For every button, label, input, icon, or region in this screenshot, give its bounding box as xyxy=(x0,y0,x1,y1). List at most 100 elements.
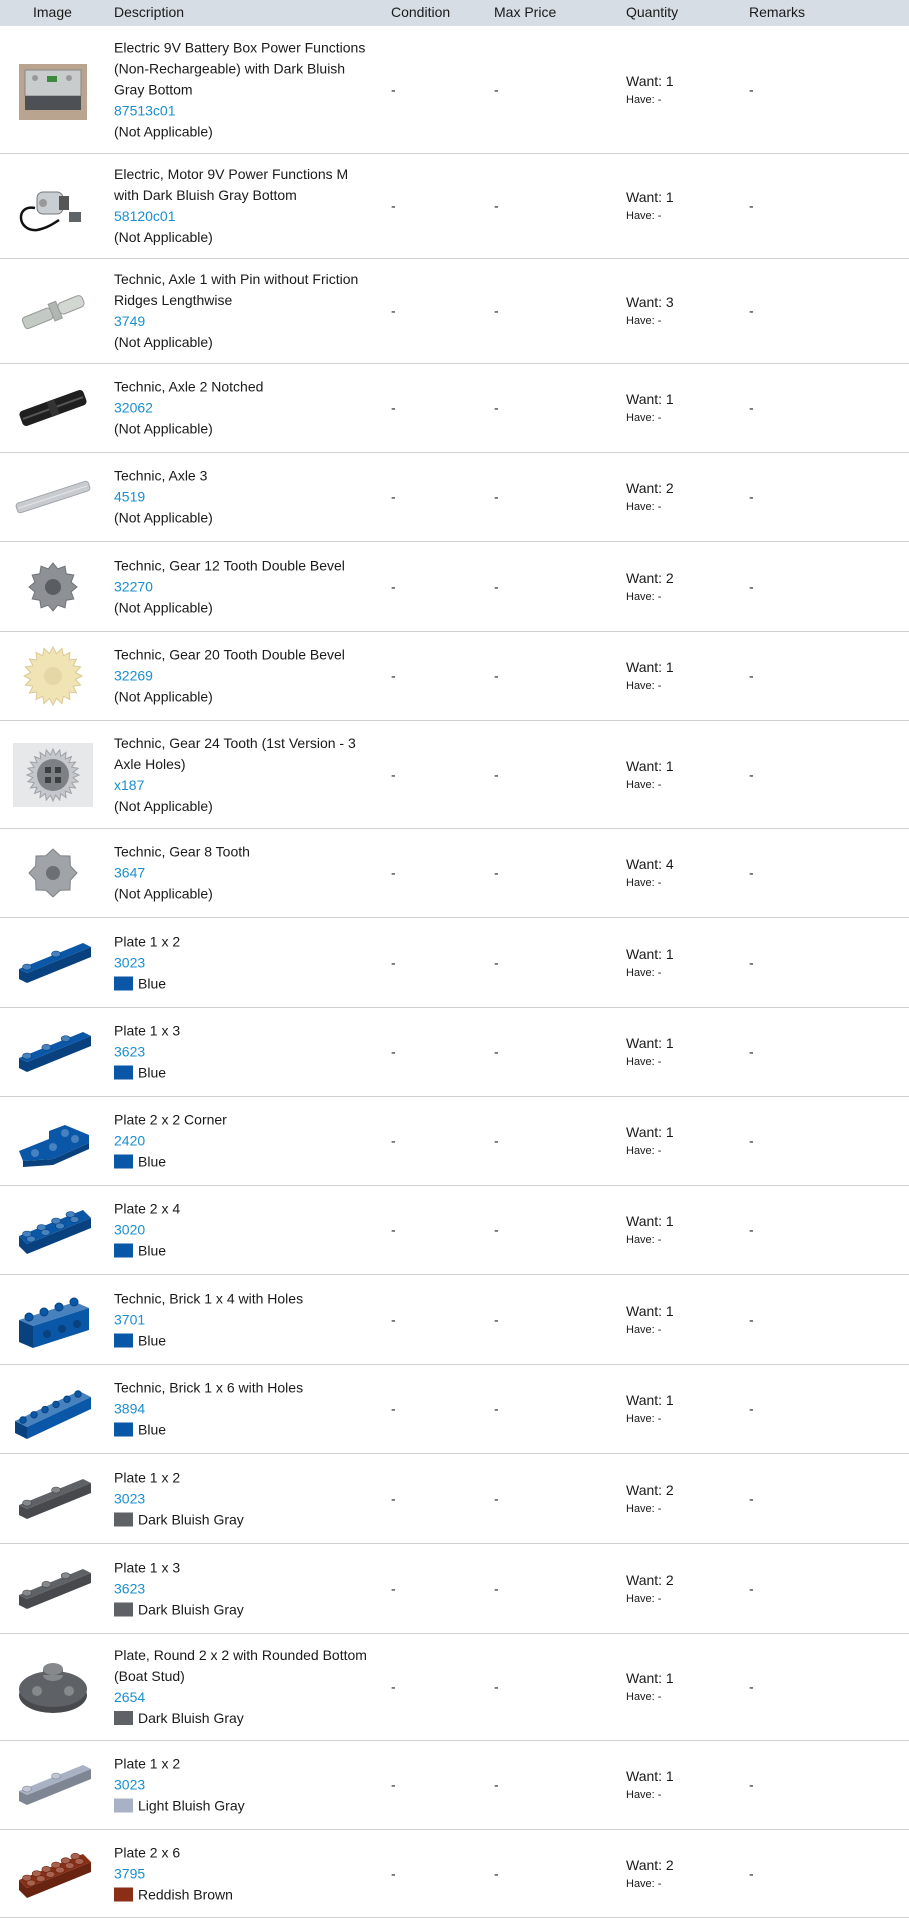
part-color: (Not Applicable) xyxy=(114,687,376,708)
part-image[interactable] xyxy=(8,542,98,631)
part-number-link[interactable]: 3701 xyxy=(114,1309,376,1330)
table-row: Technic, Axle 3 4519 (Not Applicable) - … xyxy=(0,453,909,542)
part-number-link[interactable]: 3647 xyxy=(114,863,376,884)
part-color: Blue xyxy=(114,973,376,994)
part-image[interactable] xyxy=(8,721,98,828)
part-image[interactable] xyxy=(8,1634,98,1740)
part-number-link[interactable]: x187 xyxy=(114,775,376,796)
part-color-label: (Not Applicable) xyxy=(114,688,213,705)
want-quantity: Want: 1 xyxy=(626,1035,674,1051)
quantity-cell: Want: 1 Have: - xyxy=(626,1211,674,1249)
max-price-value: - xyxy=(494,667,499,684)
part-name: Technic, Gear 8 Tooth xyxy=(114,843,250,860)
part-image[interactable] xyxy=(8,1008,98,1096)
color-swatch xyxy=(114,1422,133,1437)
have-quantity: Have: - xyxy=(626,501,662,513)
part-name: Plate 1 x 3 xyxy=(114,1022,181,1039)
part-image[interactable] xyxy=(8,453,98,541)
part-description: Technic, Brick 1 x 4 with Holes 3701 Blu… xyxy=(114,1288,376,1351)
remarks-value: - xyxy=(749,1221,754,1238)
max-price-value: - xyxy=(494,766,499,782)
remarks-value: - xyxy=(749,954,754,970)
part-number-link[interactable]: 3623 xyxy=(114,1578,376,1599)
part-color-label: Blue xyxy=(138,1332,167,1348)
part-number-link[interactable]: 3623 xyxy=(114,1042,376,1063)
color-swatch xyxy=(114,1798,133,1813)
have-quantity: Have: - xyxy=(626,93,662,106)
part-number-link[interactable]: 3023 xyxy=(114,1488,376,1509)
axle-2-icon xyxy=(13,376,93,440)
part-number-link[interactable]: 4519 xyxy=(114,487,376,508)
remarks-value: - xyxy=(749,488,754,505)
part-image[interactable] xyxy=(8,364,98,452)
part-color: (Not Applicable) xyxy=(114,508,376,529)
want-quantity: Want: 1 xyxy=(626,757,674,774)
max-price-value: - xyxy=(494,1776,499,1793)
part-number-link[interactable]: 87513c01 xyxy=(114,100,376,121)
part-number-link[interactable]: 32062 xyxy=(114,398,376,419)
part-number-link[interactable]: 3795 xyxy=(114,1863,376,1884)
quantity-cell: Want: 2 Have: - xyxy=(626,1480,674,1518)
battery-box-icon xyxy=(13,58,93,122)
want-quantity: Want: 1 xyxy=(626,1213,674,1229)
part-image[interactable] xyxy=(8,1830,98,1917)
part-image[interactable] xyxy=(8,154,98,258)
part-name: Technic, Gear 24 Tooth (1st Version - 3 … xyxy=(114,734,356,772)
table-row: Electric, Motor 9V Power Functions M wit… xyxy=(0,154,909,259)
have-quantity: Have: - xyxy=(626,877,662,889)
part-image[interactable] xyxy=(8,632,98,720)
max-price-value: - xyxy=(494,197,499,214)
quantity-cell: Want: 1 Have: - xyxy=(626,1301,674,1339)
have-quantity: Have: - xyxy=(626,778,662,791)
part-image[interactable] xyxy=(8,1186,98,1274)
part-number-link[interactable]: 58120c01 xyxy=(114,206,376,227)
part-number-link[interactable]: 3023 xyxy=(114,952,376,973)
part-number-link[interactable]: 3894 xyxy=(114,1399,376,1420)
plate-2x6-icon xyxy=(13,1842,93,1906)
max-price-value: - xyxy=(494,399,499,416)
part-image[interactable] xyxy=(8,1544,98,1633)
max-price-value: - xyxy=(494,578,499,594)
part-name: Technic, Gear 20 Tooth Double Bevel xyxy=(114,646,345,663)
have-quantity: Have: - xyxy=(626,1691,662,1703)
part-image[interactable] xyxy=(8,918,98,1007)
part-image[interactable] xyxy=(8,1741,98,1829)
have-quantity: Have: - xyxy=(626,1323,662,1336)
remarks-value: - xyxy=(749,1400,754,1417)
max-price-value: - xyxy=(494,302,499,319)
part-color: Blue xyxy=(114,1420,376,1441)
part-description: Electric 9V Battery Box Power Functions … xyxy=(114,37,376,142)
quantity-cell: Want: 1 Have: - xyxy=(626,944,674,982)
table-row: Technic, Brick 1 x 6 with Holes 3894 Blu… xyxy=(0,1365,909,1454)
axle-3-icon xyxy=(13,465,93,529)
part-image[interactable] xyxy=(8,259,98,363)
part-name: Technic, Axle 1 with Pin without Frictio… xyxy=(114,271,359,308)
part-color-label: Blue xyxy=(138,1421,167,1438)
part-image[interactable] xyxy=(8,1275,98,1364)
plate-1x2-icon xyxy=(13,931,93,995)
part-number-link[interactable]: 3020 xyxy=(114,1220,376,1241)
have-quantity: Have: - xyxy=(626,412,662,424)
part-number-link[interactable]: 2654 xyxy=(114,1687,376,1708)
have-quantity: Have: - xyxy=(626,210,662,222)
part-number-link[interactable]: 3749 xyxy=(114,311,376,332)
part-number-link[interactable]: 32270 xyxy=(114,576,376,597)
part-description: Plate 1 x 3 3623 Dark Bluish Gray xyxy=(114,1557,376,1620)
part-image[interactable] xyxy=(8,1097,98,1185)
part-name: Plate 1 x 2 xyxy=(114,1755,181,1772)
part-image[interactable] xyxy=(8,1365,98,1453)
quantity-cell: Want: 2 Have: - xyxy=(626,568,674,606)
quantity-cell: Want: 1 Have: - xyxy=(626,389,674,427)
part-color: (Not Applicable) xyxy=(114,332,376,353)
part-image[interactable] xyxy=(8,26,98,153)
part-number-link[interactable]: 3023 xyxy=(114,1775,376,1796)
color-swatch xyxy=(114,1602,133,1616)
remarks-value: - xyxy=(749,81,754,97)
part-number-link[interactable]: 2420 xyxy=(114,1131,376,1152)
part-image[interactable] xyxy=(8,1454,98,1543)
part-number-link[interactable]: 32269 xyxy=(114,666,376,687)
part-image[interactable] xyxy=(8,829,98,917)
part-color-label: (Not Applicable) xyxy=(114,123,213,139)
color-swatch xyxy=(114,1512,133,1526)
want-quantity: Want: 1 xyxy=(626,1392,674,1408)
